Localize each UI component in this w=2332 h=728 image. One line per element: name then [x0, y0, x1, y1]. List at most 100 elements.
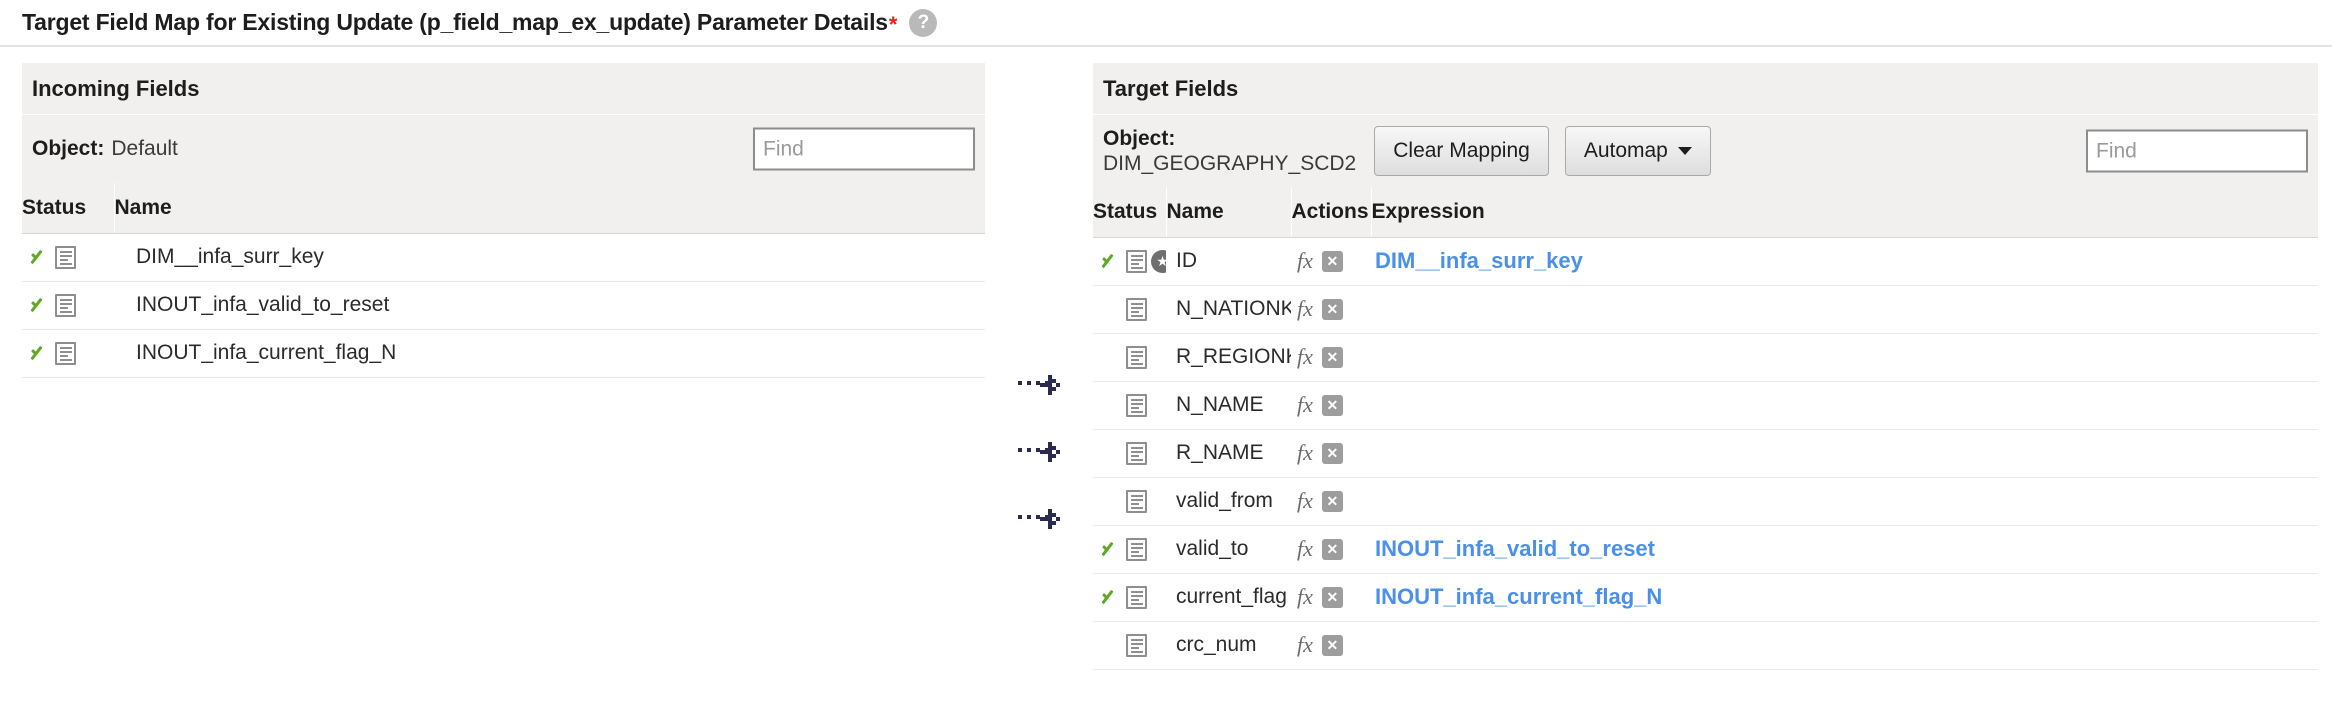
field-document-icon[interactable]: [55, 293, 76, 317]
remove-mapping-icon[interactable]: ✕: [1321, 538, 1343, 560]
field-document-icon[interactable]: [1126, 441, 1147, 465]
incoming-field-name[interactable]: INOUT_infa_valid_to_reset: [114, 281, 985, 330]
incoming-field-name[interactable]: INOUT_infa_current_flag_N: [114, 329, 985, 378]
remove-mapping-icon[interactable]: ✕: [1321, 394, 1343, 416]
target-row-status: [1093, 333, 1166, 382]
target-field-row[interactable]: ★ID fx ✕ DIM__infa_surr_key: [1093, 237, 2318, 286]
action-icon-group: fx ✕: [1291, 394, 1371, 416]
field-document-icon[interactable]: [1126, 393, 1147, 417]
incoming-field-name[interactable]: DIM__infa_surr_key: [114, 233, 985, 282]
field-document-icon[interactable]: [55, 245, 76, 269]
remove-mapping-icon[interactable]: ✕: [1321, 490, 1343, 512]
expression-fx-icon[interactable]: fx: [1297, 298, 1313, 320]
field-document-icon[interactable]: [1126, 585, 1147, 609]
expression-fx-icon[interactable]: fx: [1297, 538, 1313, 560]
remove-mapping-icon[interactable]: ✕: [1321, 442, 1343, 464]
target-field-name[interactable]: R_REGIONKEY: [1166, 333, 1291, 382]
field-document-icon[interactable]: [1126, 345, 1147, 369]
primary-key-star-icon: ★: [1151, 249, 1166, 273]
action-icon-group: fx ✕: [1291, 346, 1371, 368]
automap-button[interactable]: Automap: [1564, 126, 1711, 176]
incoming-fields-table: Status Name DIM__infa_surr_key INOUT_infa…: [22, 183, 985, 378]
target-field-name[interactable]: N_NATIONKEY: [1166, 285, 1291, 334]
expression-fx-icon[interactable]: fx: [1297, 346, 1313, 368]
remove-mapping-icon[interactable]: ✕: [1321, 298, 1343, 320]
target-field-row[interactable]: R_REGIONKEY fx ✕: [1093, 333, 2318, 382]
status-icon-group: [1093, 489, 1166, 513]
status-icon-group: [1093, 345, 1166, 369]
field-document-icon[interactable]: [55, 341, 76, 365]
expression-fx-icon[interactable]: fx: [1297, 586, 1313, 608]
remove-mapping-icon[interactable]: ✕: [1321, 586, 1343, 608]
target-row-status: [1093, 525, 1166, 574]
target-column-expression: Expression: [1371, 187, 2318, 238]
field-document-icon[interactable]: [1126, 489, 1147, 513]
target-row-expression: [1371, 621, 2318, 670]
expression-fx-icon[interactable]: fx: [1297, 442, 1313, 464]
status-icon-group: [1093, 441, 1166, 465]
target-field-row[interactable]: crc_num fx ✕: [1093, 621, 2318, 670]
field-document-icon[interactable]: [1126, 249, 1147, 273]
incoming-row-status: [22, 329, 114, 378]
connector-arrowhead-icon: [1040, 504, 1062, 530]
target-column-actions: Actions: [1291, 187, 1372, 238]
status-spacer: [1100, 442, 1122, 464]
target-field-name[interactable]: valid_from: [1166, 477, 1291, 526]
action-icon-group: fx ✕: [1291, 634, 1371, 656]
incoming-field-row[interactable]: INOUT_infa_current_flag_N: [22, 329, 985, 378]
target-row-actions: fx ✕: [1291, 285, 1371, 334]
action-icon-group: fx ✕: [1291, 490, 1371, 512]
target-field-row[interactable]: R_NAME fx ✕: [1093, 429, 2318, 478]
clear-mapping-button[interactable]: Clear Mapping: [1374, 126, 1549, 176]
target-row-expression: [1371, 333, 2318, 382]
remove-mapping-icon[interactable]: ✕: [1321, 634, 1343, 656]
target-row-status: [1093, 381, 1166, 430]
expression-fx-icon[interactable]: fx: [1297, 634, 1313, 656]
field-mapping-area: Incoming Fields Object: Default Status N…: [0, 47, 2332, 728]
mapping-connector-arrow[interactable]: [1018, 504, 1062, 530]
expression-fx-icon[interactable]: fx: [1297, 490, 1313, 512]
target-field-row[interactable]: current_flag fx ✕ INOUT_infa_current_flag_N: [1093, 573, 2318, 622]
action-icon-group: fx ✕: [1291, 442, 1371, 464]
target-field-name[interactable]: crc_num: [1166, 621, 1291, 670]
incoming-field-row[interactable]: DIM__infa_surr_key: [22, 233, 985, 282]
page-title: Target Field Map for Existing Update (p_…: [22, 9, 888, 35]
status-icon-group: [1093, 393, 1166, 417]
target-field-name[interactable]: current_flag: [1166, 573, 1291, 622]
expression-fx-icon[interactable]: fx: [1297, 250, 1313, 272]
target-fields-title: Target Fields: [1093, 63, 2318, 115]
action-icon-group: fx ✕: [1291, 538, 1371, 560]
expression-link[interactable]: INOUT_infa_current_flag_N: [1371, 584, 1662, 609]
mapping-connector-arrow[interactable]: [1018, 437, 1062, 463]
target-row-expression: [1371, 285, 2318, 334]
target-row-expression: DIM__infa_surr_key: [1371, 237, 2318, 286]
mapping-connector-arrow[interactable]: [1018, 370, 1062, 396]
incoming-fields-title: Incoming Fields: [22, 63, 985, 115]
expression-link[interactable]: DIM__infa_surr_key: [1371, 248, 1583, 273]
remove-mapping-icon[interactable]: ✕: [1321, 250, 1343, 272]
incoming-fields-panel: Incoming Fields Object: Default Status N…: [22, 63, 985, 378]
target-find-input[interactable]: [2086, 129, 2308, 173]
incoming-field-row[interactable]: INOUT_infa_valid_to_reset: [22, 281, 985, 330]
target-field-row[interactable]: N_NATIONKEY fx ✕: [1093, 285, 2318, 334]
field-document-icon[interactable]: [1126, 537, 1147, 561]
target-field-row[interactable]: valid_from fx ✕: [1093, 477, 2318, 526]
mapped-check-icon: [29, 342, 51, 364]
field-document-icon[interactable]: [1126, 297, 1147, 321]
action-icon-group: fx ✕: [1291, 250, 1371, 272]
expression-fx-icon[interactable]: fx: [1297, 394, 1313, 416]
target-field-name[interactable]: N_NAME: [1166, 381, 1291, 430]
incoming-find-input[interactable]: [753, 127, 975, 171]
target-field-name[interactable]: ID: [1166, 237, 1291, 286]
help-icon[interactable]: ?: [909, 8, 938, 37]
target-row-actions: fx ✕: [1291, 237, 1371, 286]
remove-mapping-icon[interactable]: ✕: [1321, 346, 1343, 368]
target-field-row[interactable]: valid_to fx ✕ INOUT_infa_valid_to_reset: [1093, 525, 2318, 574]
status-spacer: [1100, 346, 1122, 368]
target-field-name[interactable]: valid_to: [1166, 525, 1291, 574]
target-field-name[interactable]: R_NAME: [1166, 429, 1291, 478]
expression-link[interactable]: INOUT_infa_valid_to_reset: [1371, 536, 1655, 561]
target-field-row[interactable]: N_NAME fx ✕: [1093, 381, 2318, 430]
target-row-actions: fx ✕: [1291, 333, 1371, 382]
field-document-icon[interactable]: [1126, 633, 1147, 657]
